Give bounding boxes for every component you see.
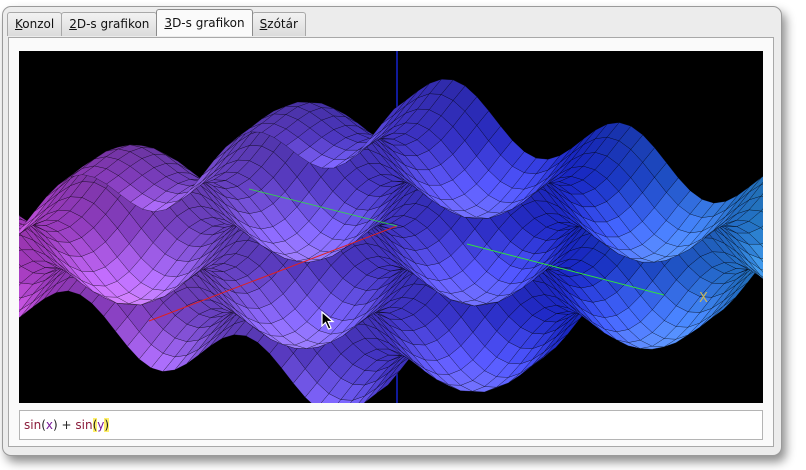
tab-label: onzol: [22, 17, 55, 31]
tab-3d-grafikon[interactable]: 3D-s grafikon: [156, 9, 253, 36]
tab-panel: X sin(x) + sin(y): [8, 37, 774, 447]
function-input[interactable]: sin(x) + sin(y): [19, 410, 763, 440]
function-name: sin: [75, 418, 93, 432]
paren: ): [53, 418, 58, 432]
plot-3d-view[interactable]: X: [19, 51, 763, 403]
tab-mnemonic: 2: [69, 17, 77, 31]
surface-mesh: [19, 78, 763, 403]
tab-szotar[interactable]: Szótár: [251, 12, 306, 36]
operator: +: [61, 418, 72, 432]
tab-2d-grafikon[interactable]: 2D-s grafikon: [61, 12, 158, 36]
function-name: sin: [24, 418, 42, 432]
x-axis-label: X: [699, 291, 708, 306]
variable: x: [45, 418, 53, 432]
surface-plot[interactable]: [19, 51, 763, 403]
paren-highlighted: ): [104, 418, 110, 432]
tab-konzol[interactable]: Konzol: [7, 12, 63, 36]
tab-label: zótár: [267, 17, 298, 31]
app-window: Konzol 2D-s grafikon 3D-s grafikon Szótá…: [2, 6, 782, 456]
tab-bar: Konzol 2D-s grafikon 3D-s grafikon Szótá…: [7, 9, 306, 37]
tab-label: D-s grafikon: [76, 17, 150, 31]
tab-mnemonic: 3: [164, 16, 173, 30]
tab-label: D-s grafikon: [172, 16, 245, 30]
mouse-cursor-icon: [321, 311, 335, 330]
